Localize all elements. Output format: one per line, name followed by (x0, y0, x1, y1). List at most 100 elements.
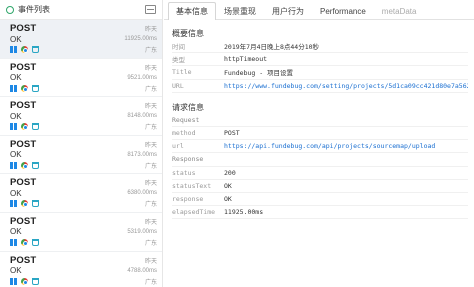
cup-icon (32, 84, 39, 92)
event-list-title: 事件列表 (18, 5, 50, 14)
event-row-middle: OK 8148.00ms (10, 111, 157, 121)
overview-key: URL (172, 81, 184, 90)
event-list-header: 事件列表 (0, 0, 162, 20)
response-row: response OK (172, 193, 468, 207)
event-date: 昨天 (144, 219, 157, 226)
event-list-item[interactable]: POST 昨天 OK 8173.00ms 广东 (0, 136, 162, 175)
overview-key: Title (172, 68, 192, 77)
event-date: 昨天 (144, 258, 157, 265)
event-list-item[interactable]: POST 昨天 OK 5319.00ms 广东 (0, 213, 162, 252)
event-row-bottom: 广东 (10, 160, 157, 171)
request-info-title: 请求信息 (172, 102, 204, 112)
cup-icon (32, 123, 39, 131)
event-row-bottom: 广东 (10, 83, 157, 94)
event-row-top: POST 昨天 (10, 216, 157, 227)
event-status: OK (10, 227, 22, 237)
event-list-item[interactable]: POST 昨天 OK 9521.00ms 广东 (0, 59, 162, 98)
windows-icon (10, 161, 17, 169)
event-row-middle: OK 11925.00ms (10, 34, 157, 44)
event-row-middle: OK 5319.00ms (10, 227, 157, 237)
response-key: response (172, 194, 204, 203)
archive-icon[interactable] (145, 5, 156, 14)
overview-value: 2019年7月4日晚上8点44分10秒 (224, 43, 320, 52)
detail-content: 概要信息 时间 2019年7月4日晚上8点44分10秒 类型 httpTimeout T… (172, 28, 468, 220)
event-date: 昨天 (144, 181, 157, 188)
event-region: 广东 (144, 202, 157, 209)
event-row-top: POST 昨天 (10, 23, 157, 34)
tab-3[interactable]: 用户行为 (264, 2, 312, 19)
overview-value: Fundebug - 项目设置 (224, 69, 294, 78)
windows-icon (10, 200, 17, 208)
event-region: 广东 (144, 125, 157, 132)
event-env-icons (10, 277, 39, 285)
request-row: method POST (172, 127, 468, 141)
response-value: 11925.00ms (224, 208, 264, 217)
event-region: 广东 (144, 163, 157, 170)
event-method: POST (10, 61, 37, 73)
chrome-icon (21, 277, 28, 285)
event-status: OK (10, 150, 22, 160)
event-date: 昨天 (144, 142, 157, 149)
overview-row: URL https://www.fundebug.com/setting/proj… (172, 80, 468, 93)
tab-4[interactable]: Performance (312, 2, 374, 19)
tab-2[interactable]: 场景重现 (216, 2, 264, 19)
event-row-top: POST 昨天 (10, 62, 157, 73)
windows-icon (10, 84, 17, 92)
cup-icon (32, 277, 39, 285)
event-method: POST (10, 138, 37, 150)
event-status: OK (10, 111, 22, 121)
event-row-middle: OK 8173.00ms (10, 150, 157, 160)
response-key: elapsedTime (172, 208, 216, 217)
event-duration: 9521.00ms (127, 74, 157, 81)
event-date: 昨天 (144, 27, 157, 33)
request-key: method (172, 129, 196, 138)
response-value: 200 (224, 168, 236, 177)
response-row: statusText OK (172, 180, 468, 193)
response-row: status 200 (172, 167, 468, 180)
overview-value[interactable]: https://www.fundebug.com/setting/project… (224, 82, 468, 90)
request-key: url (172, 142, 184, 151)
event-duration: 11925.00ms (124, 36, 157, 42)
event-row-bottom: 广东 (10, 198, 157, 209)
event-row-bottom: 广东 (10, 44, 157, 55)
overview-row: Title Fundebug - 项目设置 (172, 66, 468, 80)
request-table: method POST url https://api.fundebug.com/ap… (172, 127, 468, 154)
tab-5[interactable]: metaData (374, 2, 425, 19)
event-list: POST 昨天 OK 11925.00ms 广东 POST 昨天 OK 9521.00ms 广东 P… (0, 20, 162, 287)
event-row-bottom: 广东 (10, 237, 157, 248)
cup-icon (32, 161, 39, 169)
event-date: 昨天 (144, 65, 157, 72)
response-value: OK (224, 181, 232, 190)
event-method: POST (10, 177, 37, 189)
windows-icon (10, 238, 17, 246)
request-label: Request (172, 114, 468, 127)
overview-value: httpTimeout (224, 55, 268, 64)
event-region: 广东 (144, 240, 157, 247)
windows-icon (10, 277, 17, 285)
request-value[interactable]: https://api.fundebug.com/api/projects/so… (224, 142, 435, 150)
event-list-item[interactable]: POST 昨天 OK 8148.00ms 广东 (0, 97, 162, 136)
detail-panel: 基本信息 场景重现 用户行为 Performance metaData 概要信息 时间 2… (164, 0, 474, 287)
event-env-icons (10, 161, 39, 169)
windows-icon (10, 123, 17, 131)
event-date: 昨天 (144, 104, 157, 111)
event-list-item[interactable]: POST 昨天 OK 11925.00ms 广东 (0, 20, 162, 59)
event-list-item[interactable]: POST 昨天 OK 6380.00ms 广东 (0, 174, 162, 213)
event-list-item[interactable]: POST 昨天 OK 4788.00ms 广东 (0, 252, 162, 287)
event-status: OK (10, 266, 22, 276)
event-duration: 4788.00ms (127, 267, 157, 274)
chrome-icon (21, 123, 28, 131)
tab-1[interactable]: 基本信息 (168, 2, 216, 20)
chrome-icon (21, 238, 28, 246)
response-row: elapsedTime 11925.00ms (172, 206, 468, 220)
windows-icon (10, 46, 17, 53)
event-status: OK (10, 188, 22, 198)
response-value: OK (224, 194, 232, 203)
overview-row: 时间 2019年7月4日晚上8点44分10秒 (172, 40, 468, 54)
refresh-icon[interactable] (6, 5, 14, 14)
overview-title: 概要信息 (172, 29, 204, 38)
event-row-bottom: 广东 (10, 121, 157, 132)
event-duration: 5319.00ms (127, 228, 157, 235)
response-key: status (172, 168, 196, 177)
event-row-top: POST 昨天 (10, 255, 157, 266)
